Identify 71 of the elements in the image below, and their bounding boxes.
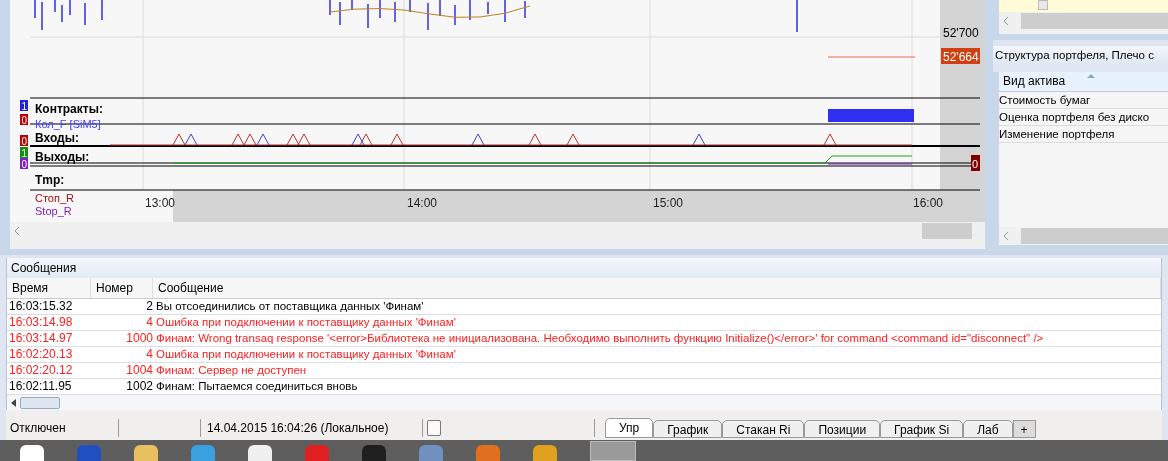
message-cell-text: Ошибка при подключении к поставщику данных 'Финам' bbox=[155, 315, 456, 331]
message-cell-text: Финам: Сервер не доступен bbox=[155, 363, 307, 379]
number-cell-text: 1004 bbox=[125, 363, 153, 379]
channel-digit: 0 bbox=[20, 158, 28, 170]
tab[interactable]: Лаб bbox=[963, 420, 1013, 438]
panel-title: Сообщения bbox=[11, 259, 77, 277]
tab[interactable]: График Si bbox=[880, 420, 964, 438]
message-cell-text: Вы отсоединились от поставщика данных 'Финам' bbox=[155, 299, 424, 315]
number-cell-text: 1000 bbox=[125, 331, 153, 347]
number-cell-text: 4 bbox=[145, 315, 153, 331]
tab[interactable]: График bbox=[653, 420, 723, 438]
price-label: 52'700 bbox=[943, 26, 979, 40]
time-tick: 13:00 bbox=[145, 196, 175, 210]
legend-series: Stop_R bbox=[35, 205, 72, 217]
time-cell-text: 16:02:20.13 bbox=[8, 347, 74, 363]
add-tab-button[interactable]: + bbox=[1012, 420, 1036, 438]
table-row[interactable]: Стоимость бумаг bbox=[999, 92, 1168, 109]
table-row[interactable]: Оценка портфеля без диско bbox=[999, 109, 1168, 126]
message-row[interactable]: 16:03:15.32 2 Вы отсоединились от поставщика данных 'Финам' bbox=[7, 299, 1161, 316]
number-cell-text: 1002 bbox=[125, 379, 153, 395]
message-row[interactable]: 16:03:14.98 4 Ошибка при подключении к поставщику данных 'Финам' bbox=[7, 315, 1161, 332]
last-price-badge: 52'664 bbox=[941, 48, 980, 64]
scroll-left-icon[interactable] bbox=[11, 398, 16, 407]
column-title: Вид актива bbox=[1003, 73, 1066, 90]
legend-heading: Входы: bbox=[35, 131, 79, 145]
message-row[interactable]: 16:02:20.13 4 Ошибка при подключении к поставщику данных 'Финам' bbox=[7, 347, 1161, 364]
message-cell-text: Финам: Wrong transaq response '<error>Библиотека не инициализована. Необходимо выполнить функцию Initialize()</error>' for command <command id="disconnect" /> bbox=[155, 331, 1044, 347]
time-tick: 14:00 bbox=[407, 196, 437, 210]
channel-digit: 0 bbox=[20, 114, 28, 126]
channel-digit: 0 bbox=[20, 135, 28, 147]
time-tick: 15:00 bbox=[653, 196, 683, 210]
time-cell-text: 16:02:20.12 bbox=[8, 363, 74, 379]
notebook-icon[interactable] bbox=[427, 420, 441, 436]
scroll-thumb[interactable] bbox=[1021, 228, 1168, 244]
column-header[interactable]: Сообщение bbox=[153, 277, 1161, 299]
column-header[interactable]: Вид актива bbox=[999, 72, 1168, 92]
sort-icon bbox=[1087, 74, 1095, 78]
message-row[interactable]: 16:02:20.12 1004 Финам: Сервер не доступен bbox=[7, 363, 1161, 380]
connection-status: Отключен bbox=[6, 419, 119, 437]
horizontal-scrollbar[interactable] bbox=[999, 227, 1168, 245]
channel-digit: 1 bbox=[20, 147, 28, 159]
zero-badge: 0 bbox=[971, 155, 980, 171]
time-cell-text: 16:03:14.97 bbox=[8, 331, 74, 347]
time-cell-text: 16:03:15.32 bbox=[8, 299, 74, 315]
column-header[interactable]: Время bbox=[7, 277, 91, 299]
scroll-thumb[interactable] bbox=[922, 223, 972, 239]
active-app-icon[interactable] bbox=[590, 441, 636, 461]
legend-series: Стоп_R bbox=[35, 192, 74, 204]
tab[interactable]: Стакан Ri bbox=[722, 420, 805, 438]
legend-heading: Выходы: bbox=[35, 150, 90, 164]
time-cell-text: 16:03:14.98 bbox=[8, 315, 74, 331]
table-row[interactable]: Изменение портфеля bbox=[999, 126, 1168, 143]
time-cell-text: 16:02:11.95 bbox=[8, 379, 73, 395]
message-row[interactable]: 16:03:14.97 1000 Финам: Wrong transaq response '<error>Библиотека не инициализована. Необходимо выполнить функцию Initialize()</error>' for command <command id="disconnect" /> bbox=[7, 331, 1161, 348]
tab[interactable]: Позиции bbox=[804, 420, 881, 438]
horizontal-scrollbar[interactable] bbox=[7, 395, 1161, 410]
tab[interactable]: Упр bbox=[605, 418, 654, 438]
scroll-thumb[interactable] bbox=[1021, 13, 1168, 29]
small-button[interactable] bbox=[1038, 0, 1048, 10]
time-tick: 16:00 bbox=[913, 196, 943, 210]
number-cell-text: 4 bbox=[145, 347, 153, 363]
message-cell-text: Ошибка при подключении к поставщику данных 'Финам' bbox=[155, 347, 456, 363]
message-cell-text: Финам: Пытаемся соединиться вновь bbox=[155, 379, 358, 395]
datetime-status: 14.04.2015 16:04:26 (Локальное) bbox=[201, 419, 423, 437]
legend-heading: Контракты: bbox=[35, 102, 103, 116]
legend-heading: Tmp: bbox=[35, 173, 65, 187]
channel-digit: 1 bbox=[20, 100, 28, 112]
number-cell-text: 2 bbox=[145, 299, 153, 315]
scroll-thumb[interactable] bbox=[20, 396, 60, 409]
panel-title: Структура портфеля, Плечо с bbox=[995, 48, 1154, 64]
column-header[interactable]: Номер bbox=[91, 277, 153, 299]
